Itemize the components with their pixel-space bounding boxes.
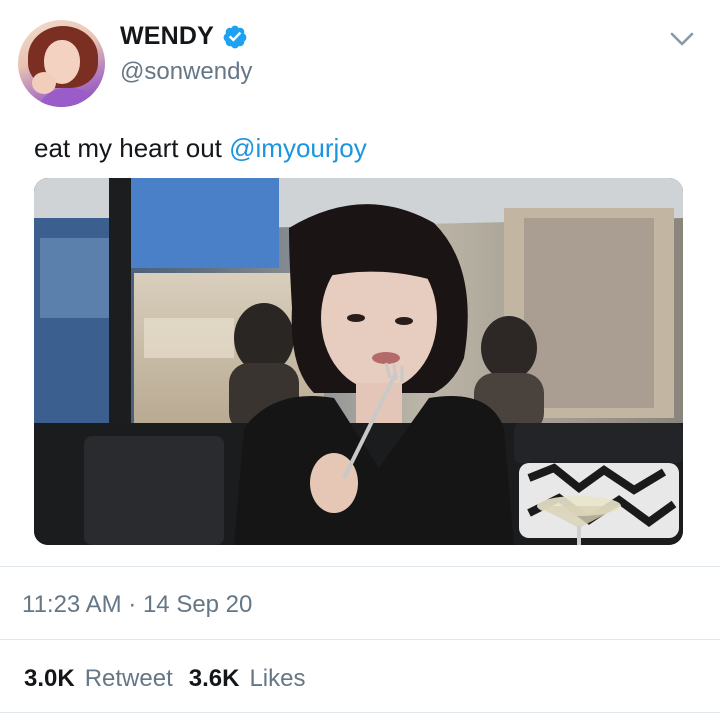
author-display-name[interactable]: WENDY bbox=[120, 22, 214, 51]
tweet-text: eat my heart out @imyourjoy bbox=[34, 133, 367, 164]
engagement-stats: 3.0K Retweet 3.6K Likes bbox=[24, 665, 311, 693]
chevron-down-icon[interactable] bbox=[668, 28, 696, 50]
verified-badge-icon bbox=[223, 25, 247, 48]
author-handle[interactable]: @sonwendy bbox=[120, 58, 252, 86]
tweet-body: eat my heart out bbox=[34, 133, 230, 163]
likes-label[interactable]: Likes bbox=[249, 665, 305, 693]
likes-count[interactable]: 3.6K bbox=[189, 665, 240, 693]
divider-middle bbox=[0, 639, 720, 640]
tweet-photo[interactable] bbox=[34, 178, 683, 545]
retweets-count[interactable]: 3.0K bbox=[24, 665, 75, 693]
avatar[interactable] bbox=[18, 20, 105, 107]
divider-top bbox=[0, 566, 720, 567]
retweets-label[interactable]: Retweet bbox=[85, 665, 173, 693]
photo-illustration bbox=[34, 178, 683, 545]
mention-link[interactable]: @imyourjoy bbox=[229, 133, 367, 163]
divider-bottom bbox=[0, 712, 720, 713]
tweet-timestamp[interactable]: 11:23 AM · 14 Sep 20 bbox=[22, 591, 252, 619]
author-name-row[interactable]: WENDY bbox=[120, 22, 248, 51]
